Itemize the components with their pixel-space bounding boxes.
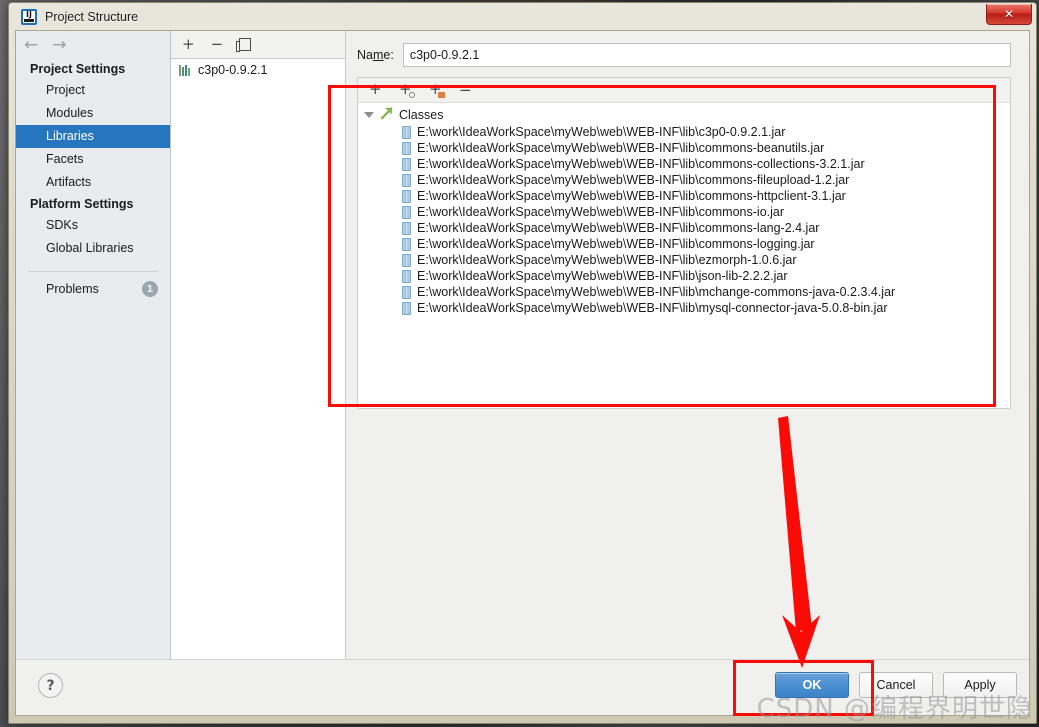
add-source-root-icon[interactable]: +	[399, 81, 415, 98]
sidebar-nav-buttons: ← →	[16, 31, 170, 59]
content-row: ← → Project Settings Project Modules Lib…	[16, 31, 1029, 659]
library-roots-panel: + + + − Classes E:\work\IdeaWorkSpace\my…	[357, 77, 1011, 409]
jar-path-label: E:\work\IdeaWorkSpace\myWeb\web\WEB-INF\…	[417, 157, 865, 171]
table-row[interactable]: E:\work\IdeaWorkSpace\myWeb\web\WEB-INF\…	[358, 124, 1010, 140]
table-row[interactable]: E:\work\IdeaWorkSpace\myWeb\web\WEB-INF\…	[358, 204, 1010, 220]
dialog-button-group: OK Cancel Apply	[775, 672, 1017, 698]
jar-file-icon	[402, 237, 411, 251]
roots-tree[interactable]: Classes E:\work\IdeaWorkSpace\myWeb\web\…	[358, 103, 1010, 408]
settings-sidebar: ← → Project Settings Project Modules Lib…	[16, 31, 171, 659]
jar-file-icon	[402, 205, 411, 219]
problems-count-badge: 1	[142, 281, 158, 297]
jar-file-icon	[402, 141, 411, 155]
list-item[interactable]: c3p0-0.9.2.1	[171, 61, 345, 79]
jar-dir-badge-icon	[438, 91, 445, 98]
add-jar-directory-icon[interactable]: +	[429, 81, 445, 98]
name-row: Name:	[346, 31, 1029, 77]
close-icon[interactable]: ✕	[986, 4, 1032, 25]
table-row[interactable]: E:\work\IdeaWorkSpace\myWeb\web\WEB-INF\…	[358, 300, 1010, 316]
table-row[interactable]: E:\work\IdeaWorkSpace\myWeb\web\WEB-INF\…	[358, 284, 1010, 300]
sidebar-item-problems[interactable]: Problems 1	[16, 278, 170, 300]
jar-file-icon	[402, 189, 411, 203]
add-library-icon[interactable]: +	[182, 37, 195, 52]
jar-file-icon	[402, 157, 411, 171]
table-row[interactable]: E:\work\IdeaWorkSpace\myWeb\web\WEB-INF\…	[358, 156, 1010, 172]
dialog-footer: ? OK Cancel Apply	[16, 659, 1029, 715]
jar-file-icon	[402, 301, 411, 315]
library-bars-icon	[179, 64, 192, 76]
table-row[interactable]: E:\work\IdeaWorkSpace\myWeb\web\WEB-INF\…	[358, 140, 1010, 156]
library-toolbar: + −	[171, 31, 345, 58]
window-title: Project Structure	[45, 9, 139, 24]
remove-library-icon[interactable]: −	[211, 37, 224, 52]
sidebar-group-project-settings: Project Settings	[30, 62, 126, 76]
name-label-prefix: Na	[357, 48, 373, 62]
jar-file-icon	[402, 285, 411, 299]
jar-path-label: E:\work\IdeaWorkSpace\myWeb\web\WEB-INF\…	[417, 253, 797, 267]
table-row[interactable]: E:\work\IdeaWorkSpace\myWeb\web\WEB-INF\…	[358, 236, 1010, 252]
jar-file-icon	[402, 221, 411, 235]
name-label-suffix: e:	[383, 48, 394, 62]
jar-file-icon	[402, 253, 411, 267]
jar-file-icon	[402, 173, 411, 187]
table-row[interactable]: E:\work\IdeaWorkSpace\myWeb\web\WEB-INF\…	[358, 220, 1010, 236]
problems-label: Problems	[46, 282, 99, 296]
jar-path-label: E:\work\IdeaWorkSpace\myWeb\web\WEB-INF\…	[417, 301, 888, 315]
jar-file-icon	[402, 269, 411, 283]
library-list-column: + − c3p0-0.9.2.1	[171, 31, 346, 659]
cancel-button[interactable]: Cancel	[859, 672, 933, 698]
table-row[interactable]: E:\work\IdeaWorkSpace\myWeb\web\WEB-INF\…	[358, 252, 1010, 268]
sidebar-filler	[16, 300, 170, 659]
apply-button[interactable]: Apply	[943, 672, 1017, 698]
tree-node-classes[interactable]: Classes	[358, 106, 1010, 124]
forward-arrow-icon[interactable]: →	[52, 36, 66, 54]
table-row[interactable]: E:\work\IdeaWorkSpace\myWeb\web\WEB-INF\…	[358, 268, 1010, 284]
detail-filler	[346, 409, 1029, 659]
add-root-glyph: +	[369, 79, 382, 98]
sidebar-item-modules[interactable]: Modules	[16, 102, 170, 125]
jar-path-label: E:\work\IdeaWorkSpace\myWeb\web\WEB-INF\…	[417, 221, 820, 235]
jar-path-label: E:\work\IdeaWorkSpace\myWeb\web\WEB-INF\…	[417, 269, 788, 283]
classes-folder-icon	[379, 107, 394, 123]
add-root-icon[interactable]: +	[369, 79, 385, 98]
library-list[interactable]: c3p0-0.9.2.1	[171, 58, 345, 659]
library-name-label: c3p0-0.9.2.1	[198, 63, 268, 77]
jar-path-label: E:\work\IdeaWorkSpace\myWeb\web\WEB-INF\…	[417, 205, 785, 219]
tree-node-label: Classes	[399, 108, 444, 122]
roots-toolbar: + + + −	[358, 78, 1010, 103]
name-label-mnemonic: m	[372, 48, 384, 62]
sidebar-item-sdks[interactable]: SDKs	[16, 214, 170, 237]
remove-root-icon[interactable]: −	[459, 82, 472, 98]
sidebar-item-libraries[interactable]: Libraries	[16, 125, 170, 148]
dialog-client-area: ← → Project Settings Project Modules Lib…	[15, 30, 1030, 716]
jar-path-label: E:\work\IdeaWorkSpace\myWeb\web\WEB-INF\…	[417, 189, 846, 203]
sidebar-item-facets[interactable]: Facets	[16, 148, 170, 171]
sidebar-item-global-libraries[interactable]: Global Libraries	[16, 237, 170, 260]
copy-library-icon[interactable]	[236, 38, 252, 52]
jar-path-label: E:\work\IdeaWorkSpace\myWeb\web\WEB-INF\…	[417, 141, 825, 155]
jar-path-label: E:\work\IdeaWorkSpace\myWeb\web\WEB-INF\…	[417, 125, 786, 139]
name-field-label: Name:	[357, 48, 394, 62]
name-input[interactable]	[402, 43, 1011, 67]
library-detail-pane: Name: + + +	[346, 31, 1029, 659]
jar-path-label: E:\work\IdeaWorkSpace\myWeb\web\WEB-INF\…	[417, 173, 850, 187]
back-arrow-icon[interactable]: ←	[24, 36, 38, 54]
sidebar-divider	[28, 271, 158, 272]
source-root-badge-icon	[409, 91, 415, 98]
close-glyph: ✕	[1003, 7, 1015, 21]
jar-path-label: E:\work\IdeaWorkSpace\myWeb\web\WEB-INF\…	[417, 285, 896, 299]
jar-file-icon	[402, 125, 411, 139]
sidebar-item-project[interactable]: Project	[16, 79, 170, 102]
jar-path-label: E:\work\IdeaWorkSpace\myWeb\web\WEB-INF\…	[417, 237, 815, 251]
project-structure-dialog: Project Structure ✕ ← → Project Settings…	[8, 2, 1037, 724]
chevron-down-icon[interactable]	[364, 112, 374, 118]
sidebar-item-artifacts[interactable]: Artifacts	[16, 171, 170, 194]
sidebar-group-platform-settings: Platform Settings	[30, 197, 134, 211]
intellij-idea-icon	[21, 8, 37, 25]
help-icon[interactable]: ?	[38, 673, 63, 698]
title-bar[interactable]: Project Structure ✕	[9, 3, 1036, 30]
ok-button[interactable]: OK	[775, 672, 849, 698]
table-row[interactable]: E:\work\IdeaWorkSpace\myWeb\web\WEB-INF\…	[358, 172, 1010, 188]
table-row[interactable]: E:\work\IdeaWorkSpace\myWeb\web\WEB-INF\…	[358, 188, 1010, 204]
